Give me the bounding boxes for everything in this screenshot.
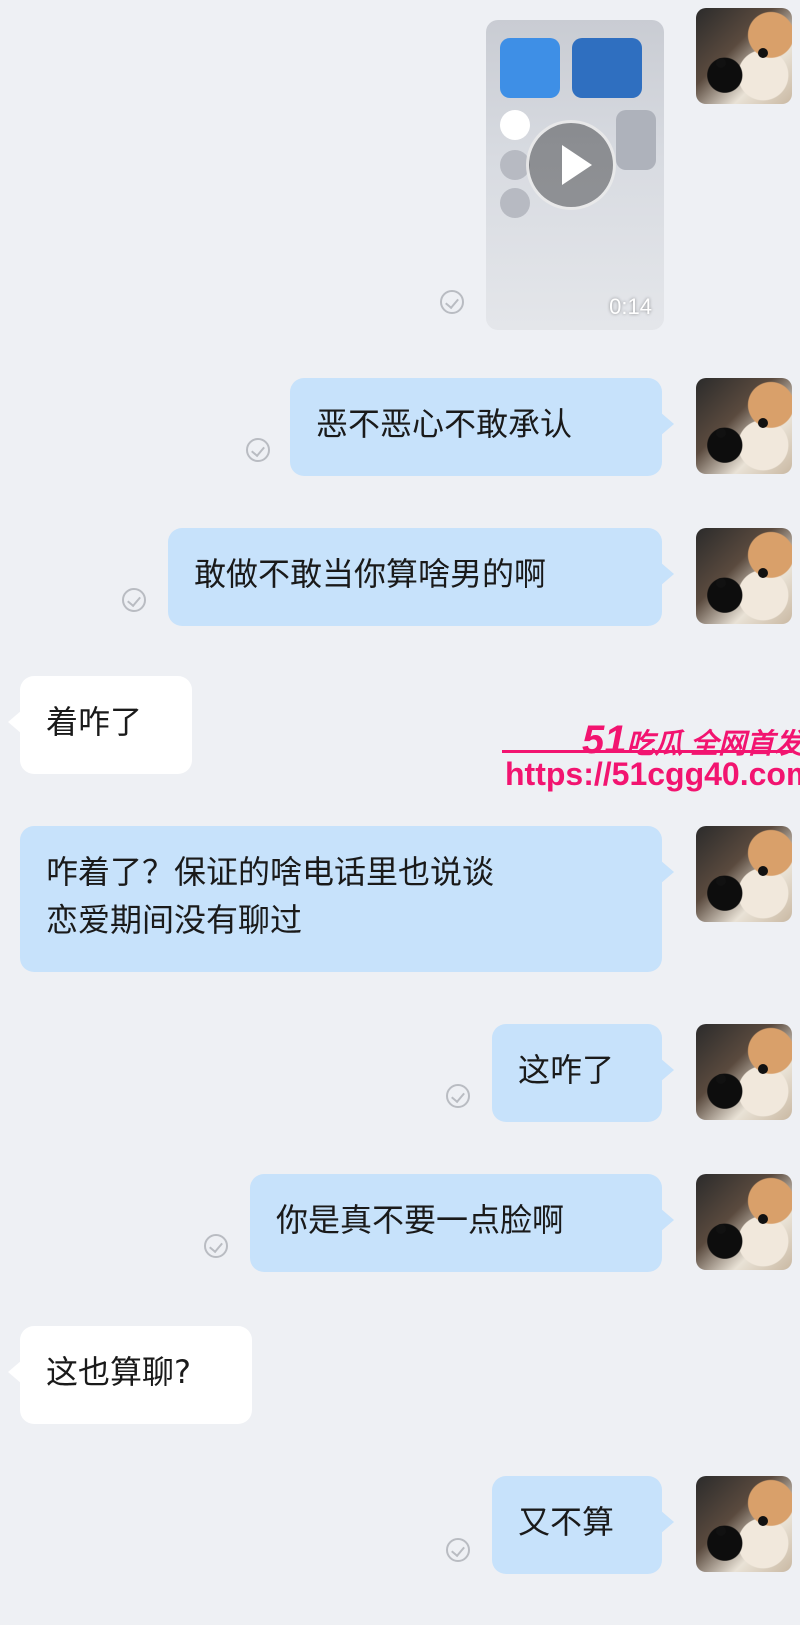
control-tile-slider	[616, 110, 656, 170]
watermark-url: https://51cgg40.com	[505, 756, 800, 792]
read-check-icon	[446, 1538, 470, 1562]
message-bubble-sent[interactable]: 你是真不要一点脸啊	[250, 1174, 674, 1272]
control-tile-connectivity	[500, 38, 560, 98]
watermark-brand-text: 吃瓜 全网首发	[626, 728, 800, 759]
play-icon[interactable]	[526, 120, 616, 210]
message-bubble-sent[interactable]: 又不算	[492, 1476, 674, 1574]
read-check-icon	[246, 438, 270, 462]
message-bubble-received[interactable]: 这也算聊?	[8, 1326, 252, 1424]
avatar[interactable]	[696, 1024, 792, 1120]
control-tile-dot	[500, 110, 530, 140]
message-bubble-received[interactable]: 着咋了	[8, 676, 192, 774]
message-bubble-sent[interactable]: 恶不恶心不敢承认	[290, 378, 674, 476]
read-check-icon	[122, 588, 146, 612]
message-bubble-sent[interactable]: 这咋了	[492, 1024, 674, 1122]
control-tile-flashlight	[500, 188, 530, 218]
avatar[interactable]	[696, 1476, 792, 1572]
avatar[interactable]	[696, 1174, 792, 1270]
message-bubble-sent[interactable]: 敢做不敢当你算啥男的啊	[168, 528, 674, 626]
message-bubble-sent[interactable]: 咋着了？保证的啥电话里也说谈 恋爱期间没有聊过	[20, 826, 674, 972]
read-check-icon	[446, 1084, 470, 1108]
video-message[interactable]: 0:14	[486, 20, 664, 330]
avatar[interactable]	[696, 826, 792, 922]
read-check-icon	[440, 290, 464, 314]
avatar[interactable]	[696, 528, 792, 624]
video-duration: 0:14	[609, 294, 652, 319]
avatar[interactable]	[696, 378, 792, 474]
watermark-line	[502, 750, 792, 753]
control-tile-media	[572, 38, 642, 98]
read-check-icon	[204, 1234, 228, 1258]
avatar[interactable]	[696, 8, 792, 104]
